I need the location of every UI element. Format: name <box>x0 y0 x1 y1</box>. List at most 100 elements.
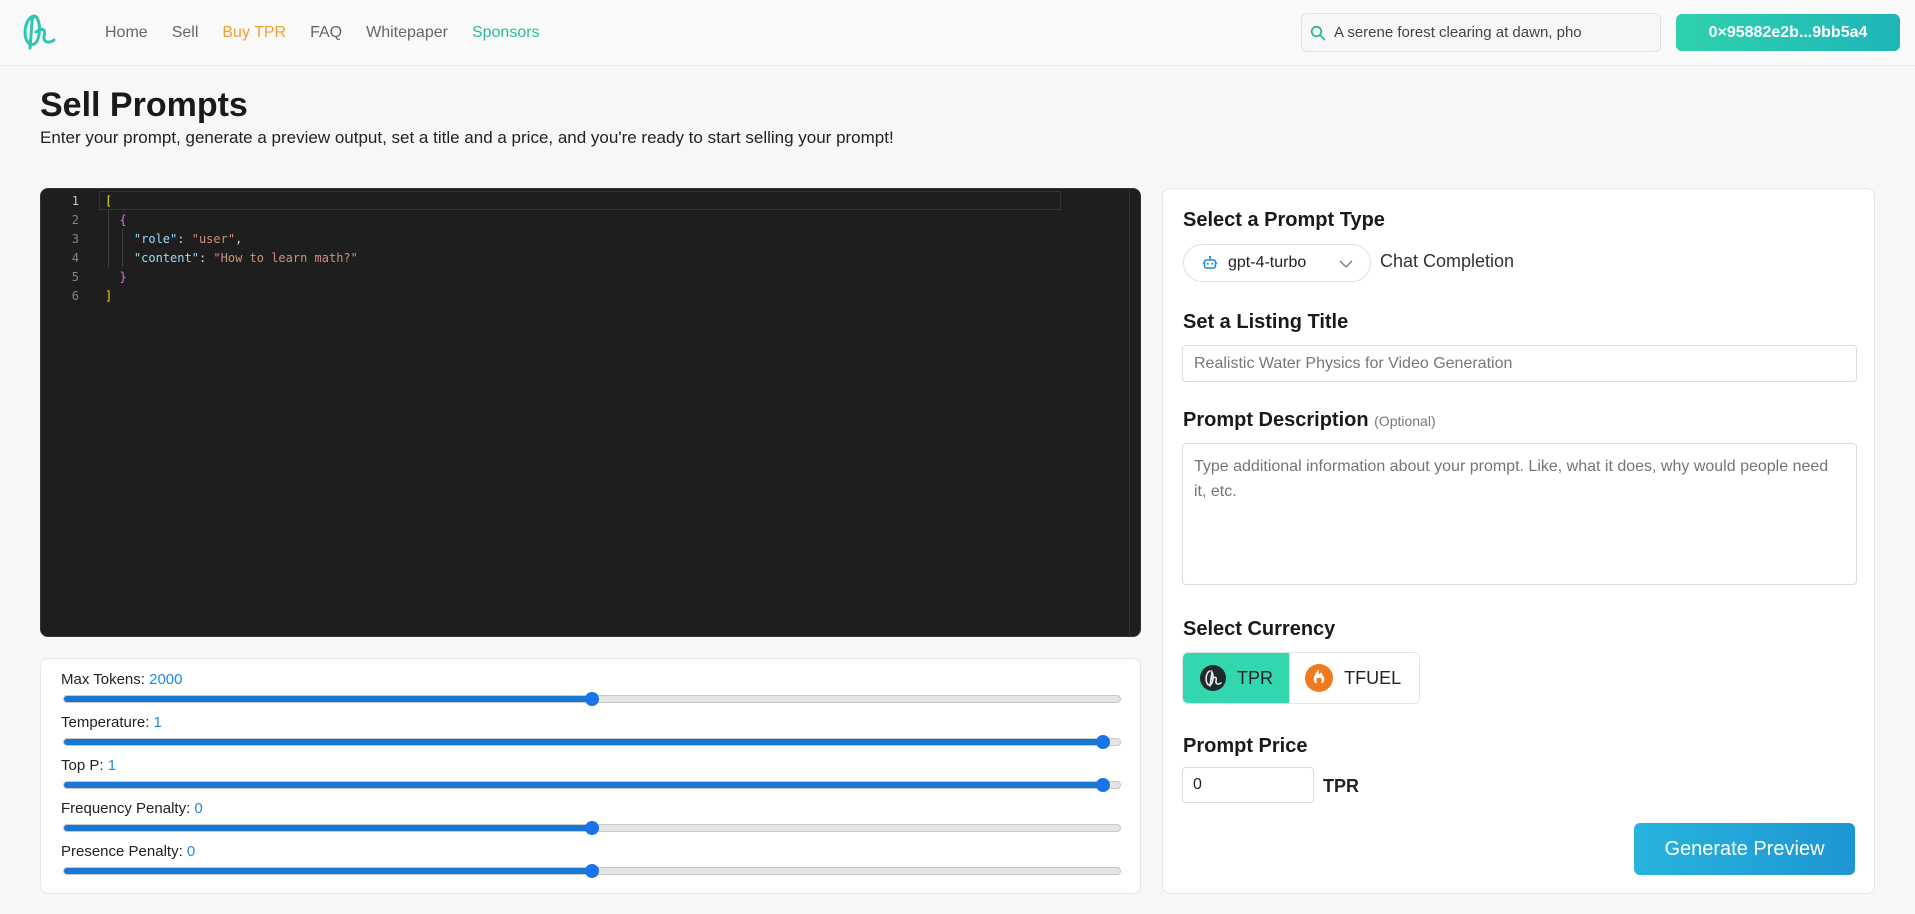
editor-line[interactable]: 2 { <box>41 210 1101 229</box>
nav-link-whitepaper[interactable]: Whitepaper <box>366 24 448 42</box>
page-title: Sell Prompts <box>40 86 248 124</box>
model-select[interactable]: gpt-4-turbo <box>1183 244 1371 282</box>
prompt-code-editor[interactable]: 1[2 {3 "role": "user", 4 "content": "How … <box>40 188 1141 637</box>
param-slider-row: Temperature: 1 <box>61 714 1121 749</box>
tpr-coin-icon <box>1200 665 1226 691</box>
param-name: Top P: <box>61 757 104 774</box>
slider-track[interactable] <box>63 735 1121 749</box>
slider-thumb[interactable] <box>1096 735 1111 749</box>
indent-guide <box>122 229 123 267</box>
param-name: Max Tokens: <box>61 671 145 688</box>
param-name: Frequency Penalty: <box>61 800 191 817</box>
param-slider-row: Presence Penalty: 0 <box>61 843 1121 878</box>
param-value: 1 <box>153 714 162 731</box>
nav-link-buy-tpr[interactable]: Buy TPR <box>222 24 286 42</box>
currency-option-tpr[interactable]: TPR <box>1183 653 1291 703</box>
editor-line[interactable]: 6] <box>41 286 1101 305</box>
line-number: 3 <box>71 231 79 246</box>
code-token: "user" <box>191 231 236 246</box>
slider-thumb[interactable] <box>1096 778 1111 792</box>
search-icon <box>1310 25 1326 40</box>
code-text: "role": "user", <box>105 232 242 246</box>
slider-fill <box>64 739 1104 745</box>
param-value: 1 <box>107 757 117 774</box>
code-token: [ <box>105 193 113 208</box>
code-token: , <box>235 231 243 246</box>
code-token: "content" <box>133 250 199 265</box>
code-token: } <box>119 269 127 284</box>
nav-link-sponsors[interactable]: Sponsors <box>472 24 540 42</box>
description-textarea[interactable] <box>1182 443 1857 585</box>
nav-link-home[interactable]: Home <box>105 24 148 42</box>
editor-line[interactable]: 1[ <box>41 191 1101 210</box>
logo-icon[interactable] <box>20 10 60 54</box>
param-value: 0 <box>194 800 203 817</box>
slider-track[interactable] <box>63 821 1121 835</box>
param-slider-row: Frequency Penalty: 0 <box>61 800 1121 835</box>
param-value: 0 <box>186 843 196 860</box>
code-token: ] <box>105 288 113 303</box>
top-navbar: Home Sell Buy TPR FAQ Whitepaper Sponsor… <box>0 0 1915 66</box>
listing-title-heading: Set a Listing Title <box>1183 311 1349 333</box>
robot-icon <box>1202 255 1218 269</box>
param-label: Frequency Penalty: 0 <box>61 800 1121 817</box>
slider-track[interactable] <box>63 864 1121 878</box>
slider-fill <box>64 696 592 702</box>
chevron-down-icon <box>1339 260 1353 268</box>
param-label: Top P: 1 <box>61 757 1121 774</box>
code-token: : <box>198 250 214 265</box>
price-unit: TPR <box>1323 776 1359 796</box>
code-token: : <box>177 231 192 246</box>
code-text: [ <box>105 194 112 208</box>
currency-option-tfuel[interactable]: TFUEL <box>1290 653 1419 703</box>
editor-line[interactable]: 3 "role": "user", <box>41 229 1101 248</box>
description-label: Prompt Description <box>1183 409 1369 431</box>
param-slider-row: Max Tokens: 2000 <box>61 671 1121 706</box>
param-name: Presence Penalty: <box>61 843 183 860</box>
description-heading: Prompt Description (Optional) <box>1183 409 1436 432</box>
slider-track[interactable] <box>63 778 1121 792</box>
editor-scrollbar[interactable] <box>1129 189 1130 636</box>
slider-thumb[interactable] <box>585 692 599 706</box>
editor-line[interactable]: 4 "content": "How to learn math?" <box>41 248 1101 267</box>
indent-guide <box>108 210 109 267</box>
optional-tag: (Optional) <box>1374 413 1436 429</box>
generate-preview-button[interactable]: Generate Preview <box>1634 823 1855 875</box>
editor-line[interactable]: 5 } <box>41 267 1101 286</box>
code-token: "How to learn math?" <box>213 250 358 265</box>
line-number: 4 <box>71 250 79 265</box>
code-token: "role" <box>133 231 178 246</box>
price-heading: Prompt Price <box>1183 735 1308 757</box>
slider-track[interactable] <box>63 692 1121 706</box>
listing-title-input[interactable] <box>1182 345 1857 382</box>
price-input[interactable] <box>1182 767 1314 803</box>
page-subtitle: Enter your prompt, generate a preview ou… <box>40 128 894 147</box>
param-slider-row: Top P: 1 <box>61 757 1121 792</box>
prompt-type-heading: Select a Prompt Type <box>1183 209 1385 231</box>
param-label: Max Tokens: 2000 <box>61 671 1121 688</box>
line-number: 5 <box>71 269 79 284</box>
nav-links: Home Sell Buy TPR FAQ Whitepaper Sponsor… <box>105 0 564 66</box>
param-label: Temperature: 1 <box>61 714 1121 731</box>
model-select-value: gpt-4-turbo <box>1228 254 1307 271</box>
search-input[interactable] <box>1334 24 1644 41</box>
search-box[interactable] <box>1301 13 1661 52</box>
slider-fill <box>64 825 592 831</box>
slider-fill <box>64 868 592 874</box>
slider-thumb[interactable] <box>585 821 599 835</box>
code-text: ] <box>105 289 112 303</box>
nav-link-faq[interactable]: FAQ <box>310 24 342 42</box>
slider-fill <box>64 782 1104 788</box>
currency-heading: Select Currency <box>1183 618 1336 640</box>
param-label: Presence Penalty: 0 <box>61 843 1121 860</box>
code-text: } <box>105 269 127 284</box>
slider-thumb[interactable] <box>585 864 599 878</box>
wallet-address-button[interactable]: 0×95882e2b...9bb5a4 <box>1676 14 1900 51</box>
nav-link-sell[interactable]: Sell <box>172 24 199 42</box>
code-text: "content": "How to learn math?" <box>105 251 358 265</box>
listing-form-card: Select a Prompt Type gpt-4-turbo Chat Co… <box>1162 188 1875 894</box>
model-parameters-panel: Max Tokens: 2000 Temperature: 1 Top P: 1 Fr… <box>40 658 1141 894</box>
